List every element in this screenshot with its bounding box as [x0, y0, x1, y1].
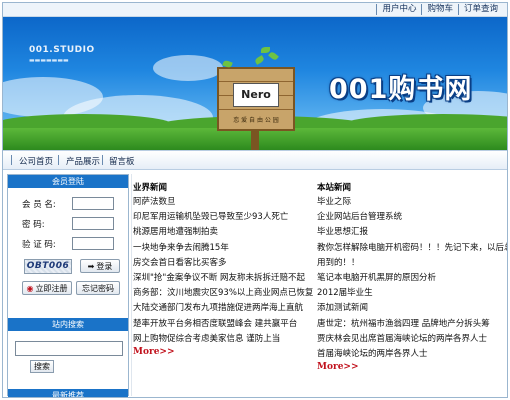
sidebar: 会员登陆 会 员 名: 密 码: 验 证 码: OBT006 ➡ 登录 ◉ 立即… [7, 174, 129, 397]
news-item[interactable]: 阿萨法数旦 [133, 195, 311, 210]
news-item[interactable]: 添加测试新闻 [317, 301, 505, 316]
banner: 001.STUDIO ▬▬▬▬▬▬▬ Nero 恋 爱 自 由 公 园 001购… [3, 17, 507, 150]
sign-logo: Nero [233, 83, 279, 107]
username-row: 会 员 名: [22, 197, 114, 210]
news-item[interactable]: 用到的！！ [317, 256, 505, 271]
industry-news-title: 业界新闻 [133, 183, 168, 193]
password-input[interactable] [72, 217, 114, 230]
forgot-password-button[interactable]: 忘记密码 [76, 281, 120, 295]
captcha-label: 验 证 码: [22, 239, 56, 250]
login-button[interactable]: ➡ 登录 [80, 259, 120, 273]
top-links: 用户中心 购物车 订单查询 [376, 4, 503, 15]
register-icon: ◉ [26, 283, 34, 293]
password-row: 密 码: [22, 217, 114, 230]
studio-logo: 001.STUDIO [29, 45, 95, 55]
news-item[interactable]: 教你怎样解除电脑开机密码！！！先记下来，以后总会有 [317, 241, 507, 256]
captcha-image: OBT006 [24, 259, 72, 274]
site-news-more-link[interactable]: More>> [317, 362, 505, 372]
sign-post [251, 130, 259, 150]
main-nav: 公司首页 产品展示 留言板 [3, 150, 507, 170]
site-news-title: 本站新闻 [317, 183, 352, 193]
news-item[interactable]: 印尼军用运输机坠毁已导致至少93人死亡 [133, 210, 311, 225]
recommend-box-title: 最新推荐 [8, 389, 128, 397]
news-item[interactable]: 一块地争来争去闹腾15年 [133, 241, 311, 256]
news-item[interactable]: 商务部：汶川地震灾区93%以上商业网点已恢复 [133, 286, 313, 301]
news-item[interactable]: 网上购物促综合考虑美家信息 谨防上当 [133, 332, 311, 347]
site-title: 001购书网 [329, 74, 473, 105]
studio-logo-mark: ▬▬▬▬▬▬▬ [29, 57, 69, 64]
news-item[interactable]: 房交会首日看客比买客多 [133, 256, 311, 271]
site-news: 本站新闻 毕业之际 企业网站后台管理系统 毕业思想汇报 教你怎样解除电脑开机密码… [317, 181, 507, 372]
login-button-label: 登录 [96, 261, 113, 271]
sign-tagline: 恋 爱 自 由 公 园 [233, 117, 279, 124]
nav-products[interactable]: 产品展示 [66, 155, 100, 167]
news-item[interactable]: 毕业思想汇报 [317, 225, 505, 240]
news-item[interactable]: 2012届毕业生 [317, 286, 505, 301]
username-input[interactable] [72, 197, 114, 210]
search-button[interactable]: 搜索 [30, 360, 54, 373]
news-item[interactable]: 企业网站后台管理系统 [317, 210, 505, 225]
forgot-password-label: 忘记密码 [82, 283, 114, 293]
nav-guestbook[interactable]: 留言板 [109, 155, 135, 167]
nav-home[interactable]: 公司首页 [19, 155, 53, 167]
search-box-title: 站内搜索 [8, 318, 128, 331]
register-button-label: 立即注册 [35, 283, 68, 293]
login-box-title: 会员登陆 [8, 175, 128, 188]
news-item[interactable]: 深圳"抢"金案争议不断 网友称未拆拆迁赔不起 [133, 271, 311, 286]
register-button[interactable]: ◉ 立即注册 [22, 281, 72, 295]
news-item[interactable]: 楚率开放平台务相否度联盟峰会 建共赢平台 [133, 317, 311, 332]
column-divider [131, 174, 132, 396]
captcha-input[interactable] [72, 237, 114, 250]
industry-news: 业界新闻 阿萨法数旦 印尼军用运输机坠毁已导致至少93人死亡 桃源居用地遭强制拍… [133, 181, 313, 357]
site-search-input[interactable] [15, 341, 123, 356]
site-news-list: 毕业之际 企业网站后台管理系统 毕业思想汇报 教你怎样解除电脑开机密码！！！先记… [317, 195, 507, 362]
captcha-row: 验 证 码: [22, 237, 114, 250]
news-item[interactable]: 大陆交通部门发布九项措施促进两岸海上直航 [133, 301, 311, 316]
order-query-link[interactable]: 订单查询 [457, 4, 503, 15]
cart-link[interactable]: 购物车 [421, 4, 458, 15]
news-item[interactable]: 桃源居用地遭强制拍卖 [133, 225, 311, 240]
news-item[interactable]: 笔记本电脑开机黑屏的原因分析 [317, 271, 505, 286]
news-item[interactable]: 首届海峡论坛的两岸各界人士 [317, 347, 505, 362]
news-item[interactable]: 贾庆林会见出席首届海峡论坛的两岸各界人士 [317, 332, 505, 347]
username-label: 会 员 名: [22, 199, 56, 210]
news-item[interactable]: 毕业之际 [317, 195, 505, 210]
page-frame: 用户中心 购物车 订单查询 001.STUDIO ▬▬▬▬▬▬▬ Nero 恋 … [2, 2, 508, 398]
login-icon: ➡ [87, 261, 95, 271]
wooden-sign: Nero 恋 爱 自 由 公 园 [217, 67, 295, 131]
user-center-link[interactable]: 用户中心 [376, 4, 421, 15]
news-item[interactable]: 唐世定：杭州福市渔翁四理 品牌地产分拆头筹 [317, 317, 505, 332]
industry-news-more-link[interactable]: More>> [133, 347, 311, 357]
password-label: 密 码: [22, 219, 45, 230]
industry-news-list: 阿萨法数旦 印尼军用运输机坠毁已导致至少93人死亡 桃源居用地遭强制拍卖 一块地… [133, 195, 313, 347]
top-bar: 用户中心 购物车 订单查询 [3, 3, 507, 17]
